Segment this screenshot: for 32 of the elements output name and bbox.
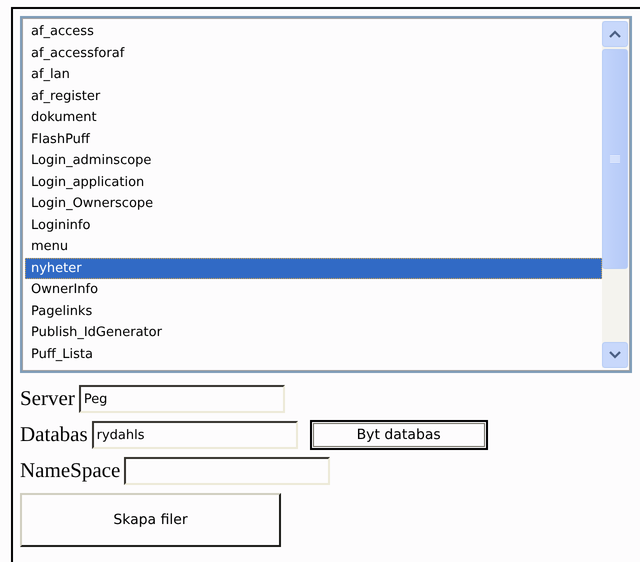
list-item[interactable]: Publish_IdGenerator xyxy=(25,322,602,344)
field-label: NameSpace xyxy=(20,457,120,484)
list-item[interactable]: Pagelinks xyxy=(25,300,602,322)
list-item[interactable]: af_access xyxy=(25,21,602,42)
text-field[interactable]: Peg xyxy=(78,385,285,413)
scroll-thumb[interactable] xyxy=(602,49,628,269)
chevron-up-icon xyxy=(609,30,621,38)
text-field[interactable] xyxy=(124,457,330,485)
list-item[interactable]: dokument xyxy=(25,107,602,128)
list-item[interactable]: nyheter xyxy=(25,258,602,279)
text-field[interactable]: rydahls xyxy=(92,421,298,449)
list-item[interactable]: Puff_Lista xyxy=(25,344,602,365)
grip-icon xyxy=(610,155,620,163)
scroll-down-button[interactable] xyxy=(602,342,628,368)
list-item[interactable]: menu xyxy=(25,236,602,258)
list-item[interactable]: OwnerInfo xyxy=(25,279,602,300)
list-item[interactable]: af_accessforaf xyxy=(25,42,602,64)
field-label: Server xyxy=(20,385,75,412)
switch-database-button[interactable]: Byt databas xyxy=(310,420,488,450)
list-item[interactable]: Login_adminscope xyxy=(25,150,602,172)
field-label: Databas xyxy=(20,421,88,448)
list-item[interactable]: Login_Ownerscope xyxy=(25,193,602,214)
create-files-button[interactable]: Skapa filer xyxy=(20,493,281,547)
scrollbar[interactable] xyxy=(602,21,628,368)
list-item[interactable]: af_lan xyxy=(25,64,602,86)
list-item[interactable]: FlashPuff xyxy=(25,128,602,150)
chevron-down-icon xyxy=(609,351,621,359)
list-item[interactable]: af_register xyxy=(25,86,602,107)
list-item[interactable]: Login_application xyxy=(25,172,602,193)
list-item[interactable]: Logininfo xyxy=(25,214,602,236)
scroll-up-button[interactable] xyxy=(602,21,628,47)
list-box[interactable]: af_access af_accessforaf af_lan af_register dokument FlashPuff Login_adminscope Login_application Login_Ownerscope Logininfo menu nyheter OwnerInfo Pagelinks Publish_IdGenerator Puff_Lista xyxy=(20,16,632,373)
